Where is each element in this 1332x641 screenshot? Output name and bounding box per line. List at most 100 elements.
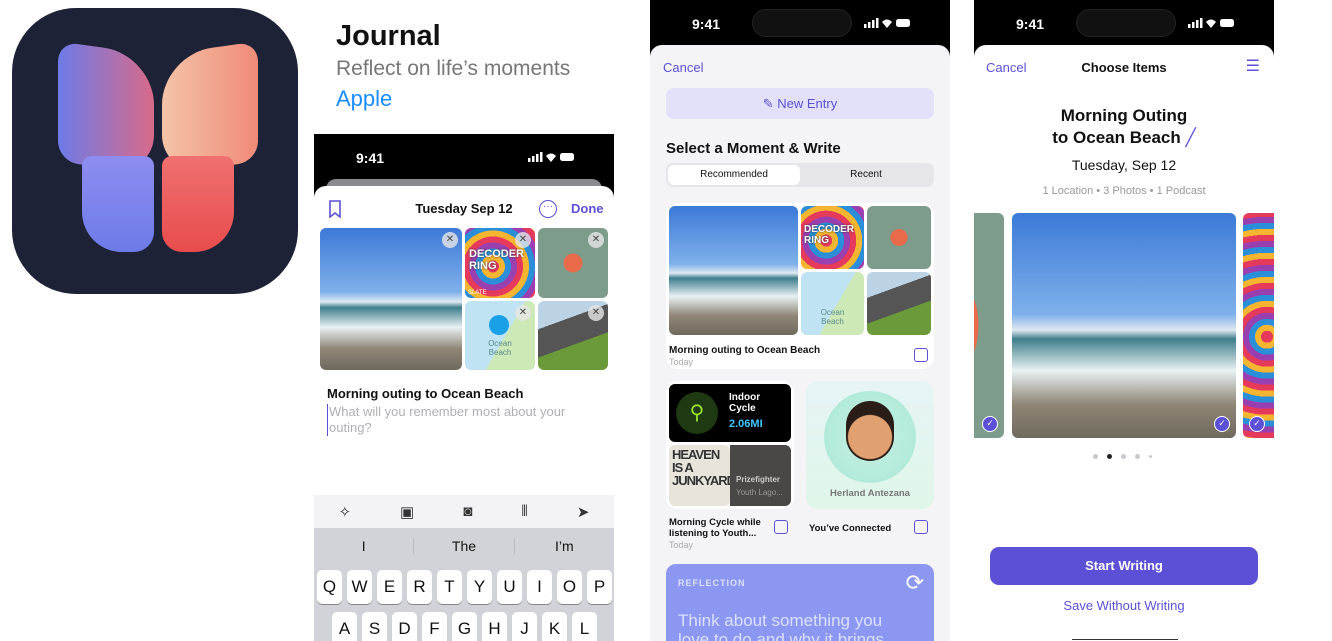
page-dot[interactable] (1149, 455, 1152, 458)
developer-link[interactable]: Apple (336, 86, 392, 112)
card-date: Today (669, 357, 694, 367)
screenshot-suggestions: 9:41 Cancel ✎ New Entry Select a Moment … (650, 0, 950, 641)
key-g[interactable]: G (452, 612, 477, 641)
refresh-icon[interactable]: ⟳ (906, 570, 924, 596)
key-w[interactable]: W (347, 570, 372, 604)
key-d[interactable]: D (392, 612, 417, 641)
key-t[interactable]: T (437, 570, 462, 604)
status-icons (1188, 18, 1234, 28)
suggestion-bar: I The I’m (314, 538, 614, 554)
entry-title[interactable]: Morning outing to Ocean Beach (327, 386, 523, 401)
list-icon[interactable]: ☰ (1246, 56, 1260, 76)
entry-body-input[interactable]: What will you remember most about your o… (327, 404, 577, 436)
key-k[interactable]: K (542, 612, 567, 641)
shell-photo: ✕ (538, 228, 608, 298)
status-icons (528, 152, 574, 162)
edit-icon[interactable] (914, 348, 928, 362)
checkmark-icon: ✓ (982, 416, 998, 432)
beach-photo: ✕ (320, 228, 462, 370)
card-date: Today (669, 540, 694, 550)
app-icon (12, 8, 298, 294)
start-writing-button[interactable]: Start Writing (990, 547, 1258, 585)
card-title: Morning Cycle while listening to Youth..… (669, 517, 761, 539)
dog-photo: ✕ (538, 301, 608, 370)
header-date: Tuesday Sep 12 (415, 201, 513, 216)
cycle-icon: ⚲ (676, 392, 718, 434)
entry-date: Tuesday, Sep 12 (1071, 157, 1177, 173)
key-j[interactable]: J (512, 612, 537, 641)
carousel-item[interactable]: ✓ (1243, 213, 1274, 438)
page-dot[interactable] (1121, 454, 1126, 459)
entry-title-line1: Morning Outing (1060, 106, 1188, 125)
card-title: You’ve Connected (809, 523, 892, 534)
cancel-button[interactable]: Cancel (663, 60, 703, 75)
memoji-avatar (846, 401, 894, 461)
key-p[interactable]: P (587, 570, 612, 604)
page-dot[interactable] (1135, 454, 1140, 459)
key-e[interactable]: E (377, 570, 402, 604)
remove-icon[interactable]: ✕ (588, 305, 604, 321)
segmented-control: Recommended Recent (666, 163, 934, 187)
reflection-card[interactable]: REFLECTION ⟳ Think about something you l… (666, 564, 934, 641)
suggestion[interactable]: I (314, 538, 413, 554)
key-h[interactable]: H (482, 612, 507, 641)
segment-recent[interactable]: Recent (800, 165, 932, 185)
suggestion[interactable]: I’m (515, 538, 614, 554)
checkmark-icon: ✓ (1249, 416, 1265, 432)
remove-icon[interactable]: ✕ (588, 232, 604, 248)
home-indicator (1072, 639, 1178, 640)
key-l[interactable]: L (572, 612, 597, 641)
screenshot-choose-items: 9:41 Cancel Choose Items ☰ Morning Outin… (974, 0, 1274, 641)
key-f[interactable]: F (422, 612, 447, 641)
compose-icon: ✎ (762, 96, 778, 111)
key-a[interactable]: A (332, 612, 357, 641)
keyboard: I The I’m QWERTYUIOPASDFGHJKL (314, 528, 614, 641)
done-button[interactable]: Done (571, 201, 604, 216)
checkmark-icon: ✓ (1214, 416, 1230, 432)
new-entry-button[interactable]: ✎ New Entry (666, 88, 934, 119)
location-map: Ocean Beach ✕ (465, 301, 535, 370)
segment-recommended[interactable]: Recommended (668, 165, 800, 185)
status-icons (864, 18, 910, 28)
moment-card[interactable]: DECODER RING Ocean Beach Morning outing … (666, 203, 934, 369)
edit-icon[interactable] (774, 520, 788, 534)
remove-icon[interactable]: ✕ (515, 232, 531, 248)
key-o[interactable]: O (557, 570, 582, 604)
photo-library-icon[interactable]: ▣ (400, 503, 414, 521)
key-i[interactable]: I (527, 570, 552, 604)
magic-wand-icon[interactable]: ✧ (338, 503, 351, 521)
key-y[interactable]: Y (467, 570, 492, 604)
key-u[interactable]: U (497, 570, 522, 604)
key-s[interactable]: S (362, 612, 387, 641)
section-title: Select a Moment & Write (666, 140, 841, 157)
contact-card[interactable]: Herland Antezana (806, 381, 934, 509)
attachment-toolbar: ✧ ▣ ◙ ⦀ ➤ (314, 495, 614, 528)
location-icon[interactable]: ➤ (577, 503, 590, 521)
carousel-item[interactable]: ✓ (974, 213, 1004, 438)
workout-card[interactable]: ⚲ Indoor Cycle 2.06MI HEAVEN IS A JUNKYARD… (666, 381, 794, 509)
suggestion[interactable]: The (413, 538, 515, 554)
podcast-artwork: DECODER RING SLATE ✕ (465, 228, 535, 298)
status-time: 9:41 (356, 150, 385, 166)
status-time: 9:41 (692, 16, 721, 32)
app-title: Journal (336, 20, 441, 52)
save-without-writing-button[interactable]: Save Without Writing (974, 598, 1274, 613)
app-subtitle: Reflect on life’s moments (336, 57, 571, 80)
page-dot[interactable] (1093, 454, 1098, 459)
carousel-item-selected[interactable]: ✓ (1012, 213, 1236, 438)
items-summary: 1 Location • 3 Photos • 1 Podcast (1042, 185, 1206, 197)
remove-icon[interactable]: ✕ (515, 305, 531, 321)
edit-icon[interactable] (914, 520, 928, 534)
camera-icon[interactable]: ◙ (463, 503, 472, 520)
entry-title[interactable]: to Ocean Beach ╱ (974, 128, 1274, 148)
card-title: Morning outing to Ocean Beach (669, 345, 821, 356)
screenshot-editor: 9:41 Tuesday Sep 12 ··· Done ✕ DECODER R… (314, 134, 614, 641)
sheet-title: Choose Items (1081, 60, 1167, 75)
status-time: 9:41 (1016, 16, 1045, 32)
remove-icon[interactable]: ✕ (442, 232, 458, 248)
more-icon[interactable]: ··· (539, 200, 557, 218)
key-r[interactable]: R (407, 570, 432, 604)
page-dot[interactable] (1107, 454, 1112, 459)
key-q[interactable]: Q (317, 570, 342, 604)
audio-icon[interactable]: ⦀ (521, 503, 528, 520)
